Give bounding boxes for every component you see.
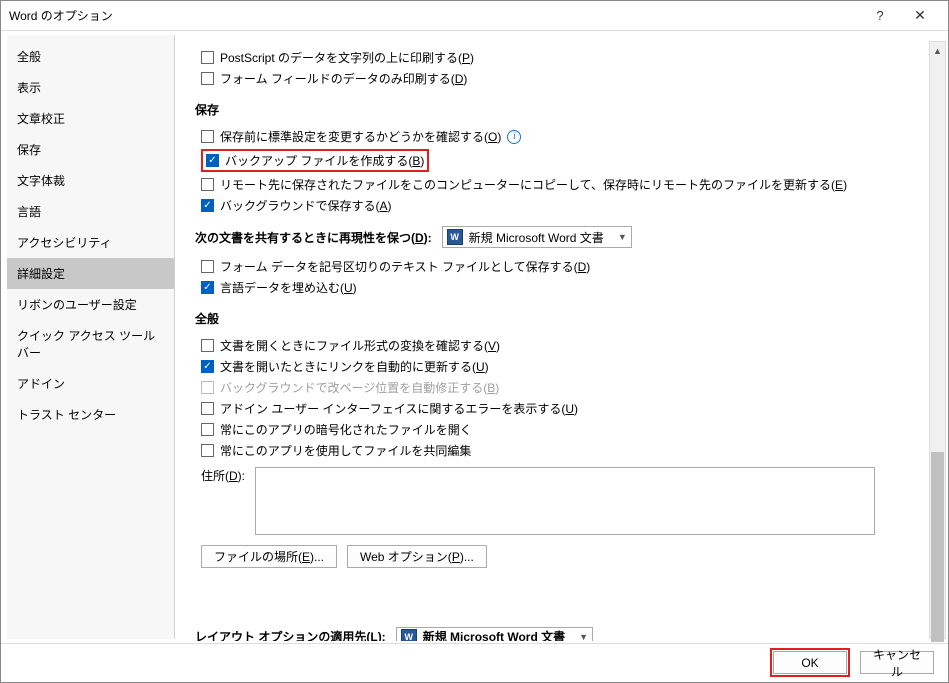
address-textarea[interactable]: [255, 467, 875, 535]
title-bar: Word のオプション ? ✕: [1, 1, 948, 31]
scroll-up-icon[interactable]: ▲: [930, 42, 945, 59]
share-0-checkbox[interactable]: [201, 260, 214, 273]
content-area: 全般表示文章校正保存文字体裁言語アクセシビリティ詳細設定リボンのユーザー設定クイ…: [1, 31, 948, 643]
sidebar: 全般表示文章校正保存文字体裁言語アクセシビリティ詳細設定リボンのユーザー設定クイ…: [7, 35, 175, 639]
general-1-checkbox[interactable]: ✓: [201, 360, 214, 373]
save-3-label: バックグラウンドで保存する(A): [220, 197, 392, 214]
general-button-1[interactable]: Web オプション(P)...: [347, 545, 487, 568]
topcheck-0-checkbox[interactable]: [201, 51, 214, 64]
topcheck-1-row: フォーム フィールドのデータのみ印刷する(D): [201, 70, 928, 87]
sidebar-item-3[interactable]: 保存: [7, 134, 174, 165]
general-5-checkbox[interactable]: [201, 444, 214, 457]
scroll-thumb[interactable]: [931, 452, 944, 642]
ok-highlight: OK: [770, 648, 850, 677]
general-3-row: アドイン ユーザー インターフェイスに関するエラーを表示する(U): [201, 400, 928, 417]
topcheck-0-label: PostScript のデータを文字列の上に印刷する(P): [220, 49, 474, 66]
save-0-label: 保存前に標準設定を変更するかどうかを確認する(O): [220, 128, 501, 145]
window-title: Word のオプション: [9, 7, 860, 24]
cancel-button[interactable]: キャンセル: [860, 651, 934, 674]
topcheck-1-label: フォーム フィールドのデータのみ印刷する(D): [220, 70, 467, 87]
save-2-label: リモート先に保存されたファイルをこのコンピューターにコピーして、保存時にリモート…: [220, 176, 847, 193]
section-save-title: 保存: [195, 101, 928, 118]
general-2-label: バックグラウンドで改ページ位置を自動修正する(B): [220, 379, 499, 396]
share-label: 次の文書を共有するときに再現性を保つ(D):: [195, 229, 432, 246]
share-1-row: ✓ 言語データを埋め込む(U): [201, 279, 928, 296]
share-0-row: フォーム データを記号区切りのテキスト ファイルとして保存する(D): [201, 258, 928, 275]
general-4-row: 常にこのアプリの暗号化されたファイルを開く: [201, 421, 928, 438]
close-button[interactable]: ✕: [900, 2, 940, 30]
sidebar-item-6[interactable]: アクセシビリティ: [7, 227, 174, 258]
share-1-checkbox[interactable]: ✓: [201, 281, 214, 294]
general-button-0[interactable]: ファイルの場所(E)...: [201, 545, 337, 568]
general-0-label: 文書を開くときにファイル形式の変換を確認する(V): [220, 337, 500, 354]
help-button[interactable]: ?: [860, 2, 900, 30]
sidebar-item-0[interactable]: 全般: [7, 41, 174, 72]
sidebar-item-8[interactable]: リボンのユーザー設定: [7, 289, 174, 320]
sidebar-item-2[interactable]: 文章校正: [7, 103, 174, 134]
general-5-row: 常にこのアプリを使用してファイルを共同編集: [201, 442, 928, 459]
topcheck-0-row: PostScript のデータを文字列の上に印刷する(P): [201, 49, 928, 66]
ok-button[interactable]: OK: [773, 651, 847, 674]
sidebar-item-4[interactable]: 文字体裁: [7, 165, 174, 196]
general-1-row: ✓ 文書を開いたときにリンクを自動的に更新する(U): [201, 358, 928, 375]
general-3-checkbox[interactable]: [201, 402, 214, 415]
main-panel: PostScript のデータを文字列の上に印刷する(P) フォーム フィールドの…: [175, 31, 948, 643]
save-1-row: ✓ バックアップ ファイルを作成する(B): [201, 149, 928, 172]
word-icon: W: [401, 629, 417, 642]
save-1-checkbox[interactable]: ✓: [206, 154, 219, 167]
layout-target-dropdown[interactable]: W 新規 Microsoft Word 文書 ▼: [396, 627, 593, 641]
general-5-label: 常にこのアプリを使用してファイルを共同編集: [220, 442, 471, 459]
general-4-label: 常にこのアプリの暗号化されたファイルを開く: [220, 421, 472, 438]
general-2-checkbox: [201, 381, 214, 394]
address-row: 住所(D):: [201, 467, 928, 535]
share-dropdown-text: 新規 Microsoft Word 文書: [469, 229, 604, 246]
share-document-dropdown[interactable]: W 新規 Microsoft Word 文書 ▼: [442, 226, 632, 248]
word-icon: W: [447, 229, 463, 245]
general-button-row: ファイルの場所(E)... Web オプション(P)...: [201, 545, 928, 568]
save-2-row: リモート先に保存されたファイルをこのコンピューターにコピーして、保存時にリモート…: [201, 176, 928, 193]
save-1-label: バックアップ ファイルを作成する(B): [225, 152, 424, 169]
info-icon[interactable]: i: [507, 130, 521, 144]
save-0-checkbox[interactable]: [201, 130, 214, 143]
general-2-row: バックグラウンドで改ページ位置を自動修正する(B): [201, 379, 928, 396]
cutoff-row: レイアウト オプションの適用先(L): W 新規 Microsoft Word …: [195, 627, 908, 641]
sidebar-item-7[interactable]: 詳細設定: [7, 258, 174, 289]
sidebar-item-11[interactable]: トラスト センター: [7, 399, 174, 430]
share-1-label: 言語データを埋め込む(U): [220, 279, 357, 296]
general-3-label: アドイン ユーザー インターフェイスに関するエラーを表示する(U): [220, 400, 578, 417]
save-3-checkbox[interactable]: ✓: [201, 199, 214, 212]
general-4-checkbox[interactable]: [201, 423, 214, 436]
general-0-row: 文書を開くときにファイル形式の変換を確認する(V): [201, 337, 928, 354]
general-1-label: 文書を開いたときにリンクを自動的に更新する(U): [220, 358, 489, 375]
share-row: 次の文書を共有するときに再現性を保つ(D): W 新規 Microsoft Wo…: [195, 226, 928, 248]
sidebar-item-1[interactable]: 表示: [7, 72, 174, 103]
dialog-footer: OK キャンセル: [1, 643, 948, 681]
save-0-row: 保存前に標準設定を変更するかどうかを確認する(O) i: [201, 128, 928, 145]
sidebar-item-9[interactable]: クイック アクセス ツール バー: [7, 320, 174, 368]
save-1-highlight: ✓ バックアップ ファイルを作成する(B): [201, 149, 429, 172]
topcheck-1-checkbox[interactable]: [201, 72, 214, 85]
chevron-down-icon: ▼: [579, 632, 588, 642]
save-3-row: ✓ バックグラウンドで保存する(A): [201, 197, 928, 214]
section-general-title: 全般: [195, 310, 928, 327]
sidebar-item-10[interactable]: アドイン: [7, 368, 174, 399]
chevron-down-icon: ▼: [618, 232, 627, 242]
sidebar-item-5[interactable]: 言語: [7, 196, 174, 227]
address-label: 住所(D):: [201, 467, 245, 484]
save-2-checkbox[interactable]: [201, 178, 214, 191]
share-0-label: フォーム データを記号区切りのテキスト ファイルとして保存する(D): [220, 258, 590, 275]
vertical-scrollbar[interactable]: ▲ ▼: [929, 41, 946, 639]
general-0-checkbox[interactable]: [201, 339, 214, 352]
